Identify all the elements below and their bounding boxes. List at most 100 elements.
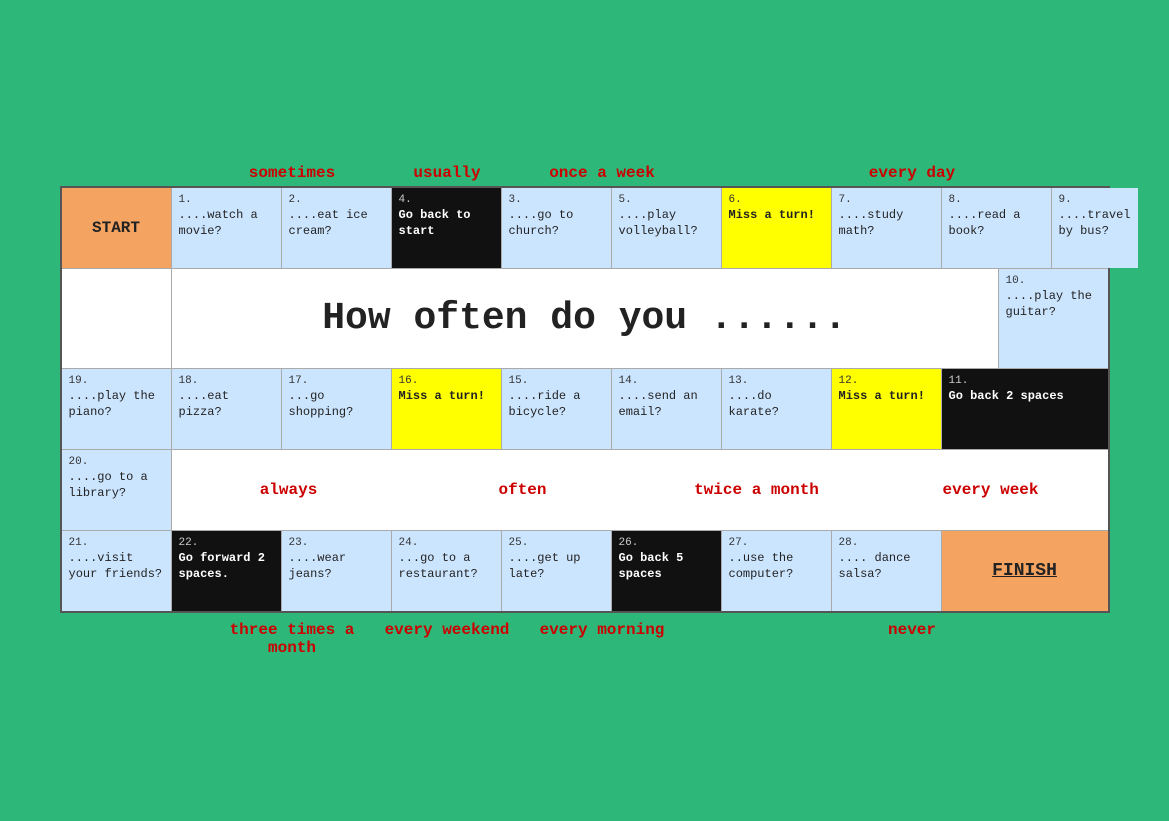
cell-3-num: 3.: [509, 194, 604, 206]
header-blank2: [680, 164, 835, 182]
cell-27-num: 27.: [729, 537, 824, 549]
cell-9-text: ....travel by bus?: [1059, 208, 1131, 239]
cell-13: 13. ....do karate?: [722, 369, 832, 449]
freq-always: always: [172, 477, 406, 503]
freq-subrow: 20. ....go to a library? always often tw…: [62, 450, 1108, 531]
cell-28-text: .... dance salsa?: [839, 551, 934, 582]
cell-10: 10. ....play the guitar?: [998, 269, 1108, 368]
cell-20-text: ....go to a library?: [69, 470, 164, 501]
freq-every-week: every week: [874, 477, 1108, 503]
cell-24-num: 24.: [399, 537, 494, 549]
cell-1-num: 1.: [179, 194, 274, 206]
cell-2-text: ....eat ice cream?: [289, 208, 384, 239]
cell-20: 20. ....go to a library?: [62, 450, 172, 530]
cell-12-num: 12.: [839, 375, 934, 387]
cell-7-text: ....study math?: [839, 208, 934, 239]
cell-7: 7. ....study math?: [832, 188, 942, 268]
cell-18-text: ....eat pizza?: [179, 389, 274, 420]
header-sometimes: sometimes: [215, 164, 370, 182]
row-1: START 1. ....watch a movie? 2. ....eat i…: [62, 188, 1108, 269]
cell-20-num: 20.: [69, 456, 164, 468]
cell-9-num: 9.: [1059, 194, 1131, 206]
header-once-a-week: once a week: [525, 164, 680, 182]
cell-10-num: 10.: [1006, 275, 1101, 287]
cell-10-text: ....play the guitar?: [1006, 289, 1101, 320]
cell-6-num: 6.: [729, 194, 824, 206]
top-freq-headers: sometimes usually once a week every day: [60, 164, 1110, 186]
cell-25: 25. ....get up late?: [502, 531, 612, 611]
cell-12: 12. Miss a turn!: [832, 369, 942, 449]
game-title: How often do you ......: [322, 297, 847, 340]
cell-5: 5. ....play volleyball?: [612, 188, 722, 268]
cell-7-num: 7.: [839, 194, 934, 206]
cell-28: 28. .... dance salsa?: [832, 531, 942, 611]
cell-6: 6. Miss a turn!: [722, 188, 832, 268]
cell-17: 17. ...go shopping?: [282, 369, 392, 449]
cell-24: 24. ...go to a restaurant?: [392, 531, 502, 611]
row-3: 19. ....play the piano? 18. ....eat pizz…: [62, 369, 1108, 450]
game-board-container: sometimes usually once a week every day …: [60, 164, 1110, 657]
cell-16: 16. Miss a turn!: [392, 369, 502, 449]
cell-2-num: 2.: [289, 194, 384, 206]
cell-11-num: 11.: [949, 375, 1101, 387]
cell-22-text: Go forward 2 spaces.: [179, 551, 274, 582]
bottom-freq-headers: three times a month every weekend every …: [60, 621, 1110, 657]
cell-26-text: Go back 5 spaces: [619, 551, 714, 582]
cell-5-num: 5.: [619, 194, 714, 206]
cell-3-text: ....go to church?: [509, 208, 604, 239]
cell-26-num: 26.: [619, 537, 714, 549]
cell-13-text: ....do karate?: [729, 389, 824, 420]
start-cell: START: [62, 188, 172, 268]
header-every-day: every day: [835, 164, 990, 182]
cell-8: 8. ....read a book?: [942, 188, 1052, 268]
finish-label: FINISH: [992, 561, 1057, 581]
cell-24-text: ...go to a restaurant?: [399, 551, 494, 582]
cell-12-text: Miss a turn!: [839, 389, 934, 405]
cell-16-text: Miss a turn!: [399, 389, 494, 405]
freq-three-times: three times a month: [215, 621, 370, 657]
cell-17-text: ...go shopping?: [289, 389, 384, 420]
cell-5-text: ....play volleyball?: [619, 208, 714, 239]
cell-13-num: 13.: [729, 375, 824, 387]
middle-left-spacer: [62, 269, 172, 368]
freq-never: never: [835, 621, 990, 657]
cell-2: 2. ....eat ice cream?: [282, 188, 392, 268]
middle-row: How often do you ...... 10. ....play the…: [62, 269, 1108, 369]
cell-18-num: 18.: [179, 375, 274, 387]
cell-11: 11. Go back 2 spaces: [942, 369, 1108, 449]
title-area: How often do you ......: [172, 269, 998, 368]
cell-8-num: 8.: [949, 194, 1044, 206]
freq-blank-br: [680, 621, 835, 657]
cell-25-text: ....get up late?: [509, 551, 604, 582]
freq-every-morning: every morning: [525, 621, 680, 657]
cell-27: 27. ..use the computer?: [722, 531, 832, 611]
cell-15: 15. ....ride a bicycle?: [502, 369, 612, 449]
cell-21-num: 21.: [69, 537, 164, 549]
cell-4-text: Go back to start: [399, 208, 494, 239]
cell-17-num: 17.: [289, 375, 384, 387]
cell-11-text: Go back 2 spaces: [949, 389, 1101, 405]
cell-23-text: ....wear jeans?: [289, 551, 384, 582]
cell-22-num: 22.: [179, 537, 274, 549]
header-blank: [60, 164, 215, 182]
cell-21: 21. ....visit your friends?: [62, 531, 172, 611]
cell-1: 1. ....watch a movie?: [172, 188, 282, 268]
cell-18: 18. ....eat pizza?: [172, 369, 282, 449]
cell-8-text: ....read a book?: [949, 208, 1044, 239]
cell-26: 26. Go back 5 spaces: [612, 531, 722, 611]
cell-19: 19. ....play the piano?: [62, 369, 172, 449]
row-5: 21. ....visit your friends? 22. Go forwa…: [62, 531, 1108, 611]
cell-23: 23. ....wear jeans?: [282, 531, 392, 611]
cell-15-num: 15.: [509, 375, 604, 387]
cell-19-num: 19.: [69, 375, 164, 387]
cell-28-num: 28.: [839, 537, 934, 549]
cell-14-text: ....send an email?: [619, 389, 714, 420]
cell-14-num: 14.: [619, 375, 714, 387]
freq-often: often: [406, 477, 640, 503]
cell-1-text: ....watch a movie?: [179, 208, 274, 239]
freq-blank-bl: [60, 621, 215, 657]
cell-4: 4. Go back to start: [392, 188, 502, 268]
cell-6-text: Miss a turn!: [729, 208, 824, 224]
cell-14: 14. ....send an email?: [612, 369, 722, 449]
cell-9: 9. ....travel by bus?: [1052, 188, 1138, 268]
